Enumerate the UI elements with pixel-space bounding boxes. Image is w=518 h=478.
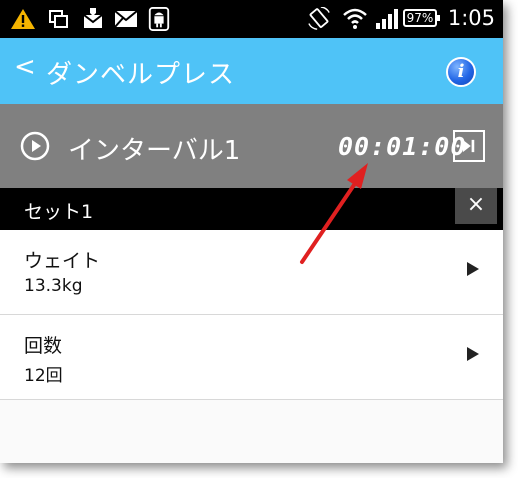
play-icon[interactable] [20, 131, 50, 161]
interval-bar: インターバル1 00:01:00 [0, 104, 503, 188]
back-button[interactable]: < [14, 52, 36, 82]
weight-value: 13.3kg [24, 276, 83, 296]
chevron-right-icon [467, 347, 479, 361]
screenshot-frame: 97% 1:05 < ダンベルプレス i インターバル1 00:01:00 セッ… [0, 0, 503, 463]
wifi-icon [343, 8, 367, 29]
interval-timer: 00:01:00 [338, 132, 467, 161]
page-title: ダンベルプレス [46, 60, 236, 90]
warning-icon [11, 9, 35, 29]
reps-row[interactable]: 回数 12回 [0, 315, 503, 400]
set-header: セット1 × [0, 188, 503, 230]
info-icon[interactable]: i [446, 57, 476, 87]
skip-next-icon[interactable] [453, 130, 485, 162]
reps-value: 12回 [24, 366, 63, 386]
close-set-button[interactable]: × [455, 188, 497, 224]
status-bar: 97% 1:05 [0, 0, 503, 38]
copy-icon [49, 10, 68, 28]
interval-title: インターバル1 [68, 136, 241, 166]
chevron-right-icon [467, 262, 479, 276]
envelope-icon [114, 10, 138, 28]
status-time: 1:05 [447, 6, 495, 30]
weight-label: ウェイト [24, 250, 101, 272]
rotation-lock-icon [308, 7, 330, 30]
android-icon [148, 7, 170, 31]
app-bar: < ダンベルプレス i [0, 38, 503, 104]
signal-icon [376, 9, 398, 29]
mail-icon [83, 8, 103, 28]
battery-indicator: 97% [403, 9, 440, 27]
weight-row[interactable]: ウェイト 13.3kg [0, 230, 503, 315]
reps-label: 回数 [24, 335, 63, 357]
set-label: セット1 [24, 201, 94, 223]
